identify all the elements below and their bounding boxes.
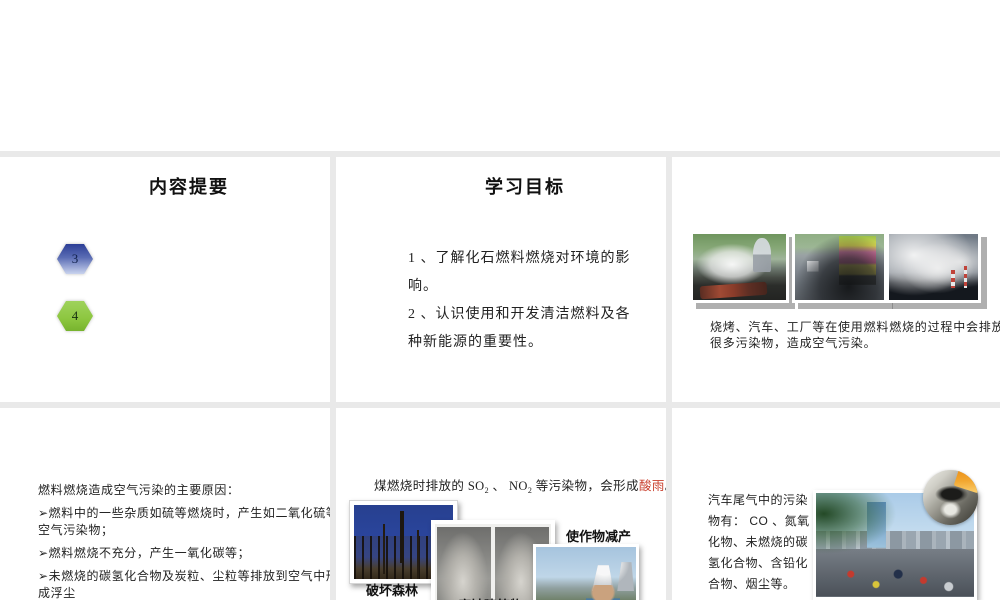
caption-line: 很多污染物，造成空气污染。: [710, 336, 877, 350]
headline-text: 等污染物，会形成: [532, 479, 639, 493]
hexagon-4-label: 4: [57, 301, 93, 331]
causes-text: 燃料燃烧造成空气污染的主要原因： ➢燃料中的一些杂质如硫等燃烧时，产生如二氧化硫…: [38, 482, 330, 600]
bbq-smoke-photo: [690, 231, 789, 303]
hexagon-3-label: 3: [57, 244, 93, 274]
objectives-line: 1 、了解化石燃料燃烧对环境的影: [408, 251, 631, 266]
slide-pollution-sources: 烧烤、汽车、工厂等在使用燃料燃烧的过程中会排放 很多污染物，造成空气污染。: [672, 157, 1000, 402]
bullet-line: 成浮尘: [38, 586, 76, 600]
blank-top-area: [0, 0, 1000, 151]
acid-rain-headline: 煤燃烧时排放的 SO2 、 NO2 等污染物，会形成酸雨。: [374, 475, 666, 495]
hexagon-4-icon: 4: [57, 301, 93, 331]
headline-text: 煤燃烧时排放的 SO: [374, 479, 485, 493]
bullet-line: 空气污染物；: [38, 523, 114, 537]
bbq-photo-scene: [693, 234, 786, 300]
slide-grid: 内容提要 3 4 学习目标 1 、了解化石燃料燃烧对环境的影 响。 2 、认识使…: [0, 151, 1000, 600]
power-plant-person-photo: [533, 544, 639, 600]
slide-title: 内容提要: [149, 177, 229, 197]
exhaust-line: 合物、烟尘等。: [708, 577, 796, 591]
objectives-line: 种新能源的重要性。: [408, 335, 543, 350]
hexagon-3-icon: 3: [57, 244, 93, 274]
headline-text: 、 NO: [489, 479, 528, 493]
forest-damage-label: 破坏森林: [366, 583, 419, 598]
causes-bullet-2: ➢燃料燃烧不充分，产生一氧化碳等；: [38, 545, 316, 562]
factory-photo-scene: [889, 234, 978, 300]
causes-bullet-1: ➢燃料中的一些杂质如硫等燃烧时，产生如二氧化硫等 空气污染物；: [38, 505, 330, 539]
slide-causes: 燃料燃烧造成空气污染的主要原因： ➢燃料中的一些杂质如硫等燃烧时，产生如二氧化硫…: [0, 408, 330, 600]
crop-loss-label: 使作物减产: [566, 529, 632, 544]
slide-title: 学习目标: [485, 177, 565, 197]
exhaust-line: 氢化合物、含铅化: [708, 556, 809, 570]
bullet-line: ➢未燃烧的碳氢化合物及炭粒、尘粒等排放到空气中形: [38, 569, 330, 583]
bus-exhaust-photo: [792, 231, 887, 303]
caption-line: 烧烤、汽车、工厂等在使用燃料燃烧的过程中会排放: [710, 320, 1000, 334]
person-photo-scene: [536, 547, 636, 600]
objectives-line: 2 、认识使用和开发清洁燃料及各: [408, 307, 631, 322]
objectives-line: 响。: [408, 279, 438, 294]
bullet-line: ➢燃料中的一些杂质如硫等燃烧时，产生如二氧化硫等: [38, 506, 330, 520]
acid-rain-highlight: 酸雨: [638, 479, 665, 493]
causes-bullet-3: ➢未燃烧的碳氢化合物及炭粒、尘粒等排放到空气中形 成浮尘: [38, 568, 330, 600]
pollution-caption: 烧烤、汽车、工厂等在使用燃料燃烧的过程中会排放 很多污染物，造成空气污染。: [710, 319, 1000, 351]
exhaust-line: 物有： CO 、氮氧: [708, 514, 810, 528]
exhaust-text: 汽车尾气中的污染 物有： CO 、氮氧 化物、未燃烧的碳 氢化合物、含铅化 合物…: [708, 490, 810, 595]
slide-objectives: 学习目标 1 、了解化石燃料燃烧对环境的影 响。 2 、认识使用和开发清洁燃料及…: [336, 157, 666, 402]
causes-heading: 燃料燃烧造成空气污染的主要原因：: [38, 483, 240, 497]
exhaust-line: 汽车尾气中的污染: [708, 493, 809, 507]
bus-photo-scene: [795, 234, 884, 300]
building-corrosion-label: 腐蚀建筑物: [458, 595, 523, 600]
exhaust-pipe-inset-photo: [923, 470, 978, 525]
slide-exhaust: 汽车尾气中的污染 物有： CO 、氮氧 化物、未燃烧的碳 氢化合物、含铅化 合物…: [672, 408, 1000, 600]
headline-period: 。: [665, 479, 666, 493]
objectives-text: 1 、了解化石燃料燃烧对环境的影 响。 2 、认识使用和开发清洁燃料及各 种新能…: [408, 245, 631, 357]
factory-smoke-photo: [886, 231, 981, 303]
exhaust-line: 化物、未燃烧的碳: [708, 535, 809, 549]
slide-acid-rain: 煤燃烧时排放的 SO2 、 NO2 等污染物，会形成酸雨。 破坏森林 使作物减产…: [336, 408, 666, 600]
slide-toc: 内容提要 3 4: [0, 157, 330, 402]
bullet-line: ➢燃料燃烧不充分，产生一氧化碳等；: [38, 546, 251, 560]
